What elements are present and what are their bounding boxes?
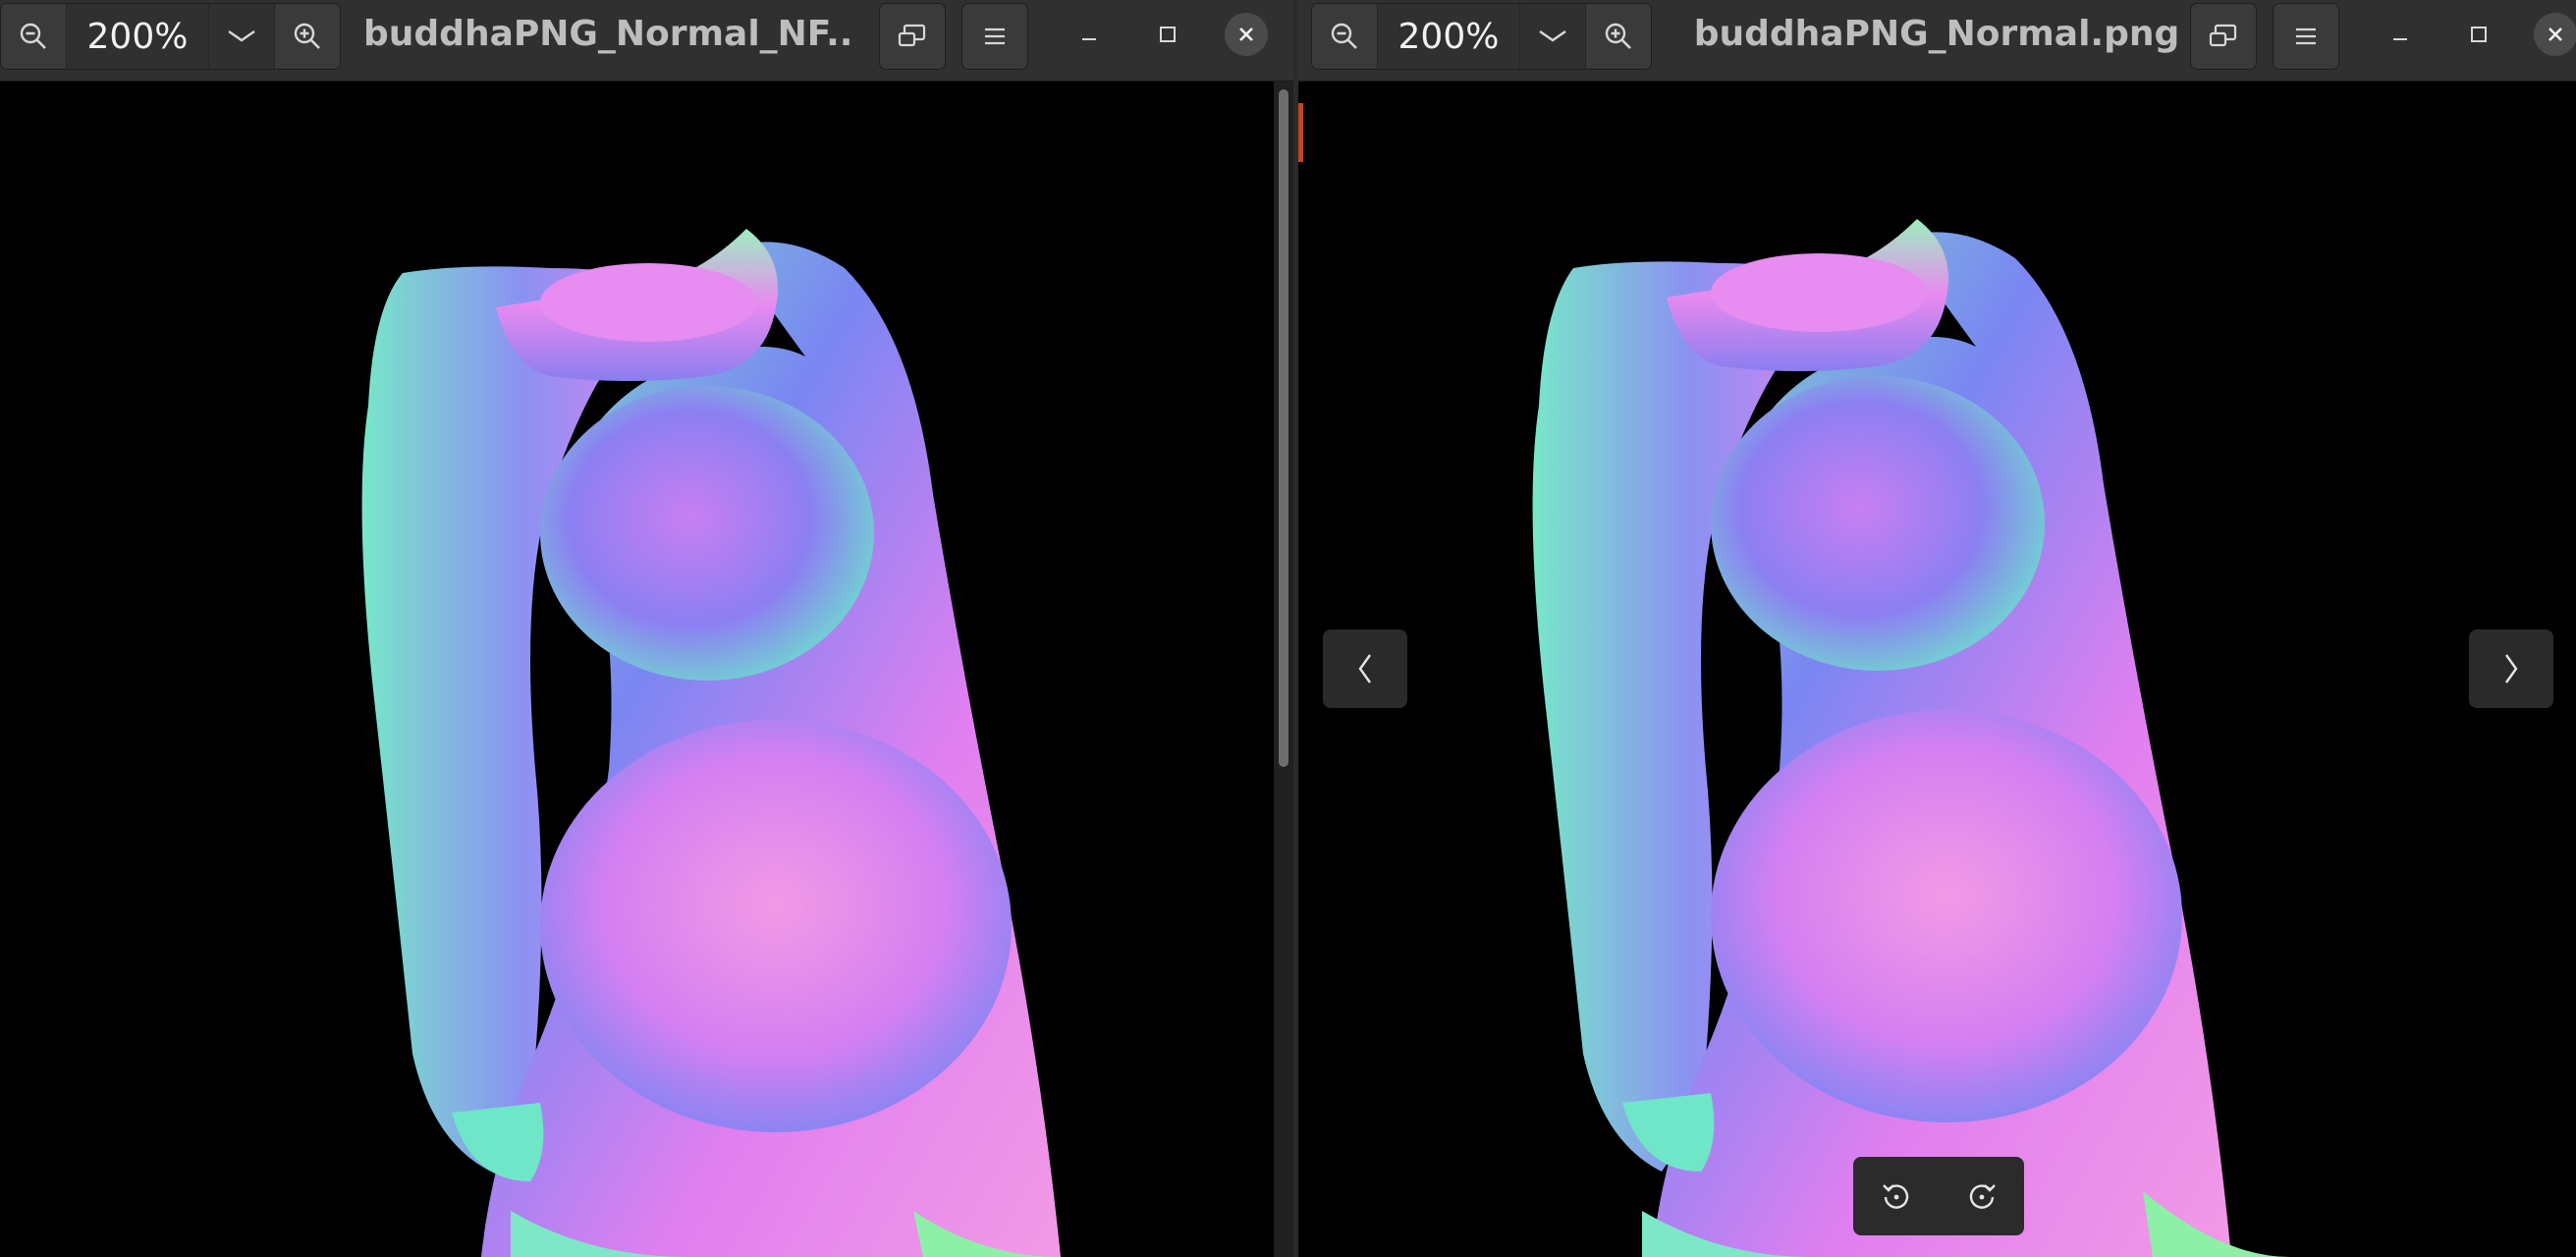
next-image-button[interactable] [2469, 629, 2553, 708]
view-mode-button[interactable] [2190, 3, 2257, 70]
menu-button[interactable] [961, 3, 1028, 70]
zoom-out-icon [1329, 21, 1360, 52]
image-canvas[interactable] [0, 82, 1293, 1257]
minimize-icon [2390, 25, 2410, 44]
maximize-icon [2469, 25, 2489, 44]
close-icon [2546, 25, 2565, 44]
zoom-in-button[interactable] [274, 4, 340, 69]
zoom-out-icon [18, 21, 49, 52]
previous-image-button[interactable] [1323, 629, 1407, 708]
zoom-level-value[interactable]: 200% [66, 4, 208, 69]
buddha-normal-map-image [361, 229, 1061, 1257]
rotate-right-button[interactable] [1952, 1167, 2011, 1226]
header-bar: 200% buddhaPNG_Normal.png [1298, 0, 2576, 82]
zoom-control-group: 200% [1311, 3, 1652, 70]
rotate-left-button[interactable] [1867, 1167, 1926, 1226]
vertical-scrollbar[interactable] [1274, 82, 1293, 1257]
close-icon [1236, 25, 1256, 44]
minimize-button[interactable] [2379, 13, 2422, 56]
maximize-icon [1158, 25, 1178, 44]
chevron-right-icon [2501, 652, 2521, 685]
zoom-dropdown-button[interactable] [208, 4, 274, 69]
zoom-in-icon [292, 21, 323, 52]
close-button[interactable] [1225, 13, 1268, 56]
chevron-down-icon [1537, 27, 1568, 46]
zoom-out-button[interactable] [1, 4, 66, 69]
zoom-dropdown-button[interactable] [1519, 4, 1585, 69]
chevron-left-icon [1355, 652, 1375, 685]
scrollbar-thumb[interactable] [1279, 89, 1288, 767]
chevron-down-icon [226, 27, 257, 46]
image-canvas[interactable] [1298, 82, 2576, 1257]
menu-button[interactable] [2273, 3, 2339, 70]
minimize-icon [1079, 25, 1099, 44]
rotate-right-icon [1965, 1179, 1999, 1213]
buddha-normal-map-image [1532, 219, 2290, 1257]
hamburger-menu-icon [2293, 25, 2319, 48]
maximize-button[interactable] [1146, 13, 1189, 56]
zoom-in-button[interactable] [1585, 4, 1651, 69]
window-title: buddhaPNG_Normal_NF... [363, 14, 854, 54]
view-mode-icon [897, 23, 928, 50]
zoom-control-group: 200% [0, 3, 341, 70]
close-button[interactable] [2534, 13, 2576, 56]
image-viewer-window-left: 200% buddhaPNG_Normal_NF... [0, 0, 1293, 1257]
accent-marker [1298, 103, 1303, 162]
hamburger-menu-icon [982, 25, 1008, 48]
minimize-button[interactable] [1068, 13, 1111, 56]
view-mode-button[interactable] [879, 3, 946, 70]
rotate-toolbar [1853, 1157, 2024, 1235]
zoom-level-value[interactable]: 200% [1377, 4, 1519, 69]
window-title: buddhaPNG_Normal.png [1693, 14, 2180, 54]
view-mode-icon [2208, 23, 2239, 50]
zoom-out-button[interactable] [1312, 4, 1377, 69]
header-bar: 200% buddhaPNG_Normal_NF... [0, 0, 1293, 82]
maximize-button[interactable] [2457, 13, 2500, 56]
zoom-in-icon [1603, 21, 1634, 52]
image-viewer-window-right: 200% buddhaPNG_Normal.png [1298, 0, 2576, 1257]
rotate-left-icon [1880, 1179, 1913, 1213]
